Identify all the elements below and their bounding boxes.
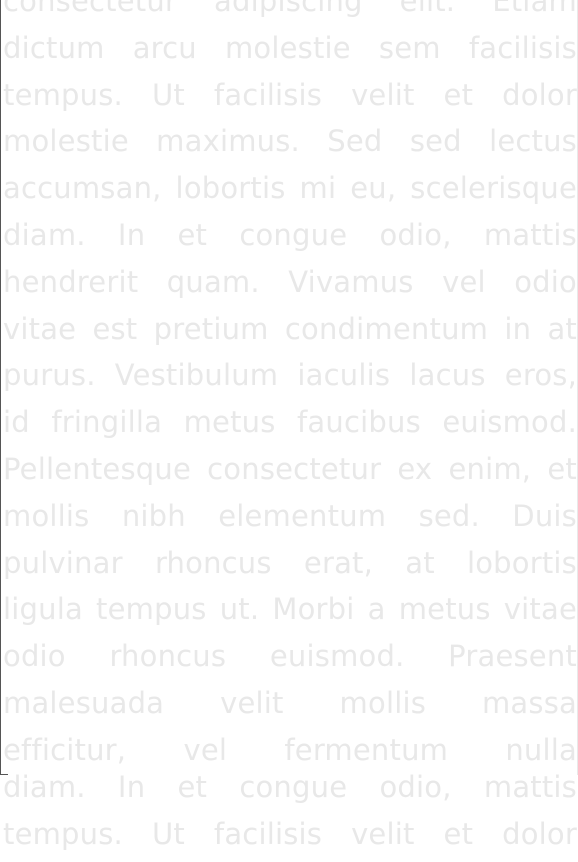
text-line: purus. Vestibulum iaculis lacus eros,: [3, 358, 577, 393]
body-text-block: consectetur adipiscing elit. Etiam dictu…: [3, 0, 577, 774]
text-line: malesuada velit mollis massa: [3, 685, 577, 720]
text-line: consectetur adipiscing elit. Etiam: [3, 0, 577, 18]
text-line: accumsan, lobortis mi eu, scelerisque: [3, 171, 577, 206]
text-line: id fringilla metus faucibus euismod.: [3, 405, 577, 440]
overflow-text-line: diam. In et congue odio, mattis: [3, 770, 577, 804]
overflow-text-block: diam. In et congue odio, mattis tempus. …: [3, 764, 577, 858]
text-line: Pellentesque consectetur ex enim, et: [3, 451, 577, 486]
document-page: consectetur adipiscing elit. Etiam dictu…: [0, 0, 578, 862]
text-line: tempus. Ut facilisis velit et dolor: [3, 77, 577, 112]
text-line: pulvinar rhoncus erat, at lobortis: [3, 545, 577, 580]
text-line: hendrerit quam. Vivamus vel odio: [3, 264, 577, 299]
text-line: ligula tempus ut. Morbi a metus vitae: [3, 592, 577, 627]
page-frame-left-edge: [0, 0, 1, 775]
text-line: vitae est pretium condimentum in at: [3, 311, 577, 346]
text-line: molestie maximus. Sed sed lectus: [3, 124, 577, 159]
text-line: odio rhoncus euismod. Praesent: [3, 639, 577, 674]
text-line: diam. In et congue odio, mattis: [3, 217, 577, 252]
text-line: dictum arcu molestie sem facilisis: [3, 30, 577, 65]
text-line: mollis nibh elementum sed. Duis: [3, 498, 577, 533]
overflow-text-line: tempus. Ut facilisis velit et dolor: [3, 816, 577, 851]
